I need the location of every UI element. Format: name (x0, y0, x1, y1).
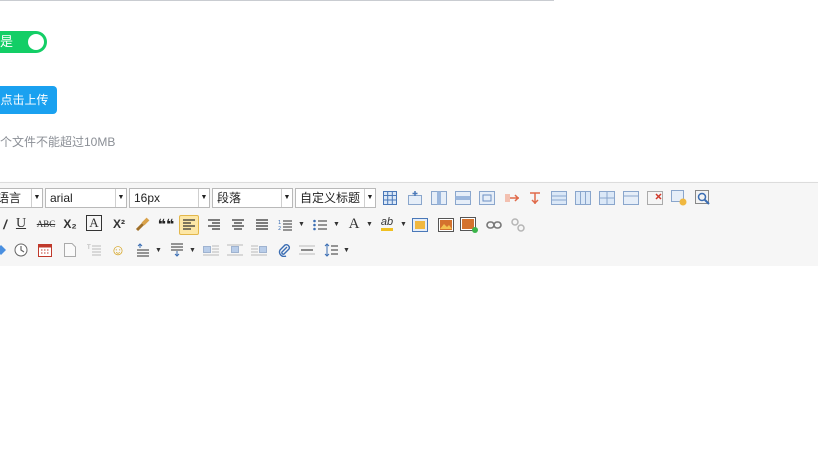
horizontal-rule-icon[interactable] (298, 241, 316, 259)
table-sort-icon[interactable] (670, 189, 688, 207)
font-family-select[interactable]: arial ▼ (45, 188, 127, 208)
paragraph-select[interactable]: 段落 ▼ (212, 188, 293, 208)
align-center-icon[interactable] (229, 216, 247, 234)
unordered-list-icon[interactable] (311, 216, 329, 234)
delete-row-icon[interactable] (454, 189, 472, 207)
align-right-icon[interactable] (205, 216, 223, 234)
emoji-icon[interactable]: ☺ (109, 241, 127, 259)
ordered-list-icon[interactable]: 12 (276, 216, 294, 234)
eraser-icon[interactable] (0, 241, 10, 259)
link-icon[interactable] (485, 216, 503, 234)
switch-label: 是 (0, 34, 14, 49)
date-icon[interactable] (36, 241, 54, 259)
font-family-value: arial (50, 191, 73, 205)
chevron-down-icon[interactable]: ▼ (155, 247, 162, 254)
chevron-down-icon: ▼ (198, 189, 209, 207)
chevron-down-icon[interactable]: ▼ (400, 221, 407, 228)
insert-table-icon[interactable] (381, 189, 399, 207)
font-size-select[interactable]: 16px ▼ (129, 188, 210, 208)
switch-knob (28, 34, 44, 50)
table-cols-icon[interactable] (622, 189, 640, 207)
custom-title-value: 自定义标题 (300, 191, 361, 205)
chevron-down-icon[interactable]: ▼ (366, 221, 373, 228)
chevron-down-icon: ▼ (115, 189, 126, 207)
multi-image-icon[interactable] (460, 216, 478, 234)
bg-color-label: ab (380, 217, 394, 231)
upload-tip: 个文件不能超过10MB (0, 135, 116, 149)
line-spacing-icon[interactable] (322, 241, 340, 259)
table-rows-icon[interactable] (598, 189, 616, 207)
insert-row-above-icon[interactable] (406, 189, 424, 207)
attachment-icon[interactable] (275, 241, 293, 259)
top-divider (0, 0, 554, 1)
chevron-down-icon: ▼ (281, 189, 292, 207)
image-left-icon[interactable] (202, 241, 220, 259)
split-cells-icon[interactable] (526, 189, 544, 207)
blockquote-icon[interactable]: ❝❝ (157, 215, 175, 233)
editor-toolbar: 语言 ▼ arial ▼ 16px ▼ 段落 ▼ 自定义标题 ▼ / U ABC… (0, 182, 818, 267)
custom-title-select[interactable]: 自定义标题 ▼ (295, 188, 376, 208)
upload-button[interactable]: 点击上传 (0, 86, 57, 114)
font-size-value: 16px (134, 191, 161, 205)
enable-switch[interactable]: 是 (0, 31, 47, 53)
table-prop-icon[interactable] (550, 189, 568, 207)
underline-icon[interactable]: U (12, 215, 30, 233)
insert-image-icon[interactable] (437, 216, 455, 234)
superscript-icon[interactable]: X² (110, 215, 128, 233)
format-brush-icon[interactable] (134, 215, 152, 233)
chevron-down-icon: ▼ (31, 189, 42, 207)
svg-text:T: T (87, 244, 91, 251)
chevron-down-icon[interactable]: ▼ (189, 247, 196, 254)
strikethrough-icon[interactable]: ABC (35, 215, 57, 233)
image-right-icon[interactable] (250, 241, 268, 259)
font-border-icon[interactable]: A (86, 215, 102, 231)
time-icon[interactable] (12, 241, 30, 259)
subscript-icon[interactable]: X₂ (61, 215, 79, 233)
page-break-icon[interactable] (61, 241, 79, 259)
align-left-icon[interactable] (179, 215, 199, 235)
align-justify-icon[interactable] (253, 216, 271, 234)
delete-column-icon[interactable] (478, 189, 496, 207)
insert-frame-icon[interactable] (411, 216, 429, 234)
merge-cells-icon[interactable] (503, 189, 521, 207)
svg-text:2: 2 (278, 226, 281, 231)
delete-table-icon[interactable] (646, 189, 664, 207)
chevron-down-icon[interactable]: ▼ (343, 247, 350, 254)
font-color-icon[interactable]: A (345, 215, 363, 233)
paragraph-value: 段落 (217, 191, 242, 205)
unlink-icon[interactable] (509, 216, 527, 234)
paragraph-indent-icon[interactable]: T (85, 241, 103, 259)
table-grid-icon[interactable] (574, 189, 592, 207)
insert-column-icon[interactable] (430, 189, 448, 207)
chevron-down-icon: ▼ (364, 189, 375, 207)
row-spacing-icon[interactable] (168, 241, 186, 259)
language-select[interactable]: 语言 ▼ (0, 188, 43, 208)
language-value: 语言 (0, 191, 22, 205)
chevron-down-icon[interactable]: ▼ (333, 221, 340, 228)
search-replace-icon[interactable] (694, 189, 712, 207)
line-height-icon[interactable] (134, 241, 152, 259)
image-none-icon[interactable] (226, 241, 244, 259)
chevron-down-icon[interactable]: ▼ (298, 221, 305, 228)
bg-color-icon[interactable]: ab (378, 215, 396, 233)
editor-content-area[interactable] (0, 266, 818, 464)
